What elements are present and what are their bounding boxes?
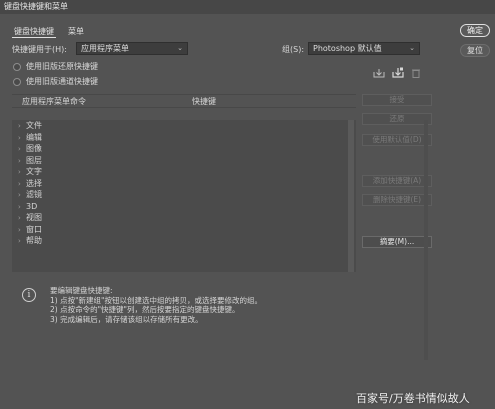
command-list: › 文件 › 编辑 › 图像 › 图层 › 文字 › 选择 › 滤镜 › 3D › 视图 › 窗口 … xyxy=(12,120,356,272)
shortcuts-for-label: 快捷键用于(H): xyxy=(12,45,67,54)
chevron-down-icon: ⌄ xyxy=(177,44,183,52)
tab-keyboard-shortcuts[interactable]: 键盘快捷键 xyxy=(12,26,56,38)
chevron-right-icon: › xyxy=(18,122,21,130)
chevron-right-icon: › xyxy=(18,191,21,199)
reset-button[interactable]: 复位 xyxy=(460,44,490,57)
list-item-help[interactable]: › 帮助 xyxy=(12,235,356,247)
checkbox-box xyxy=(13,77,21,86)
undo-button[interactable]: 还原 xyxy=(362,113,432,125)
chevron-right-icon: › xyxy=(18,237,21,245)
instructions-box: i 要编辑键盘快捷键: 1) 点按"新建组"按钮以创建选中组的拷贝，或选择要修改… xyxy=(12,282,420,356)
save-set-as-icon[interactable] xyxy=(391,66,405,78)
info-icon: i xyxy=(22,288,36,302)
column-header-command: 应用程序菜单命令 xyxy=(22,97,86,106)
table-header: 应用程序菜单命令 快捷键 xyxy=(12,94,356,108)
legacy-channel-label: 使用旧版通道快捷键 xyxy=(26,77,98,86)
chevron-right-icon: › xyxy=(18,168,21,176)
ok-button[interactable]: 确定 xyxy=(460,24,490,37)
list-item-select[interactable]: › 选择 xyxy=(12,178,356,190)
legacy-undo-checkbox[interactable]: 使用旧版还原快捷键 xyxy=(13,61,98,72)
shortcuts-for-value: 应用程序菜单 xyxy=(81,44,129,53)
set-value: Photoshop 默认值 xyxy=(313,44,382,53)
list-item-file[interactable]: › 文件 xyxy=(12,120,356,132)
set-select[interactable]: Photoshop 默认值 ⌄ xyxy=(308,42,420,55)
set-label: 组(S): xyxy=(282,45,305,54)
legacy-channel-checkbox[interactable]: 使用旧版通道快捷键 xyxy=(13,76,98,87)
save-set-icon[interactable] xyxy=(372,67,386,79)
delete-shortcut-button[interactable]: 删除快捷键(E) xyxy=(362,194,432,206)
accept-button[interactable]: 接受 xyxy=(362,94,432,106)
summarize-button[interactable]: 摘要(M)... xyxy=(362,236,432,248)
chevron-right-icon: › xyxy=(18,145,21,153)
list-item-layer[interactable]: › 图层 xyxy=(12,155,356,167)
trash-icon[interactable] xyxy=(409,67,423,79)
right-panel-divider xyxy=(424,120,428,360)
list-item-3d[interactable]: › 3D xyxy=(12,201,356,213)
legacy-undo-label: 使用旧版还原快捷键 xyxy=(26,62,98,71)
tab-menus[interactable]: 菜单 xyxy=(66,26,86,38)
column-header-shortcut: 快捷键 xyxy=(192,97,216,106)
chevron-down-icon: ⌄ xyxy=(409,44,415,52)
instructions-line-1: 要编辑键盘快捷键: xyxy=(50,286,113,295)
list-scrollbar[interactable] xyxy=(348,120,354,272)
keyboard-shortcuts-dialog: 键盘快捷键和菜单 键盘快捷键 菜单 快捷键用于(H): 应用程序菜单 ⌄ 组(S… xyxy=(0,0,495,409)
list-item-view[interactable]: › 视图 xyxy=(12,212,356,224)
watermark: 百家号/万卷书情似故人 xyxy=(356,392,470,405)
instructions-line-4: 3) 完成编辑后，请存储该组以存储所有更改。 xyxy=(50,314,203,324)
checkbox-box xyxy=(13,62,21,71)
shortcuts-for-select[interactable]: 应用程序菜单 ⌄ xyxy=(76,42,188,55)
instructions-line-2: 1) 点按"新建组"按钮以创建选中组的拷贝，或选择要修改的组。 xyxy=(50,295,262,305)
add-shortcut-button[interactable]: 添加快捷键(A) xyxy=(362,175,432,187)
list-item-window[interactable]: › 窗口 xyxy=(12,224,356,236)
list-item-image[interactable]: › 图像 xyxy=(12,143,356,155)
window-title: 键盘快捷键和菜单 xyxy=(0,0,495,14)
chevron-right-icon: › xyxy=(18,214,21,222)
list-item-type[interactable]: › 文字 xyxy=(12,166,356,178)
instructions-text: 要编辑键盘快捷键: 1) 点按"新建组"按钮以创建选中组的拷贝，或选择要修改的组… xyxy=(50,286,262,324)
list-item-filter[interactable]: › 滤镜 xyxy=(12,189,356,201)
list-item-edit[interactable]: › 编辑 xyxy=(12,132,356,144)
use-default-button[interactable]: 使用默认值(D) xyxy=(362,134,432,146)
tab-bar: 键盘快捷键 菜单 xyxy=(12,26,86,38)
instructions-line-3: 2) 点按命令的"快捷键"列，然后按要指定的键盘快捷键。 xyxy=(50,305,240,314)
